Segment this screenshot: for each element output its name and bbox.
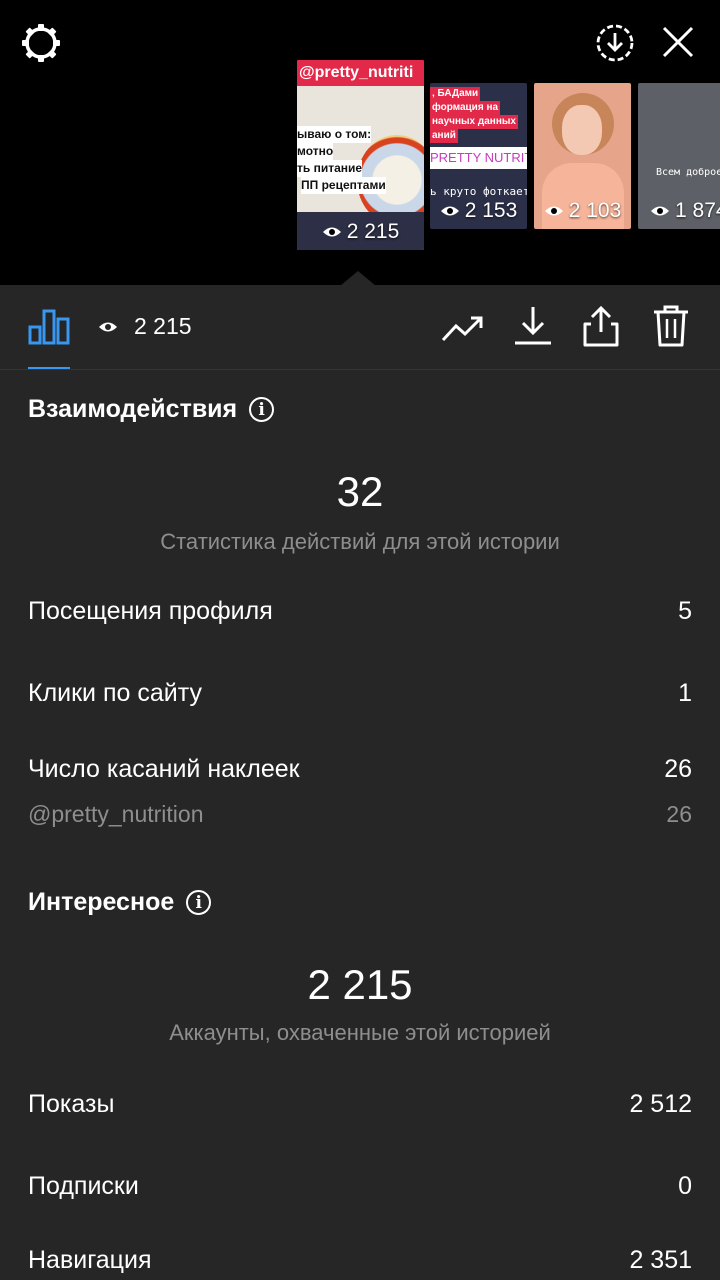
story-header: @pretty_nutriti ываю о том: мотно ть пит… <box>0 0 720 285</box>
stat-row-impressions: Показы 2 512 <box>28 1090 692 1118</box>
download-icon <box>515 307 551 345</box>
eye-icon <box>651 206 669 216</box>
stat-row-sticker-taps: Число касаний наклеек 26 <box>28 755 692 783</box>
thumbnail-text: , БАДами формация на научных данных аний <box>430 87 518 143</box>
eye-icon <box>544 206 563 216</box>
interactions-total: 32 <box>336 468 384 515</box>
thumbnail-logo: PRETTY NUTRITIO <box>430 147 527 169</box>
views-count-value: 2 215 <box>134 313 192 339</box>
story-thumbnail-selected[interactable]: @pretty_nutriti ываю о том: мотно ть пит… <box>297 60 424 250</box>
thumbnail-banner: @pretty_nutriti <box>297 60 424 86</box>
thumbnail-caption: ь круто фоткает <box>430 185 527 198</box>
tab-insights[interactable] <box>28 285 70 369</box>
delete-button[interactable] <box>648 303 694 349</box>
insights-toolbar: 2 215 <box>0 285 720 370</box>
trending-up-icon <box>441 316 483 342</box>
eye-icon <box>440 206 459 216</box>
stat-row-navigation: Навигация 2 351 <box>28 1246 692 1274</box>
interactions-title: Взаимодействия i <box>28 395 275 424</box>
thumbnail-text: ываю о том: мотно ть питание ПП рецептам… <box>297 126 386 194</box>
story-thumbnail[interactable]: , БАДами формация на научных данных аний… <box>430 83 527 229</box>
thumbnail-views: 2 215 <box>297 220 424 244</box>
share-button[interactable] <box>578 303 624 349</box>
discovery-caption: Аккаунты, охваченные этой историей <box>169 1020 551 1045</box>
stat-row-follows: Подписки 0 <box>28 1172 692 1200</box>
thumbnail-caption: Всем доброе <box>656 167 720 178</box>
download-circle-icon <box>596 24 634 62</box>
thumbnail-views: 2 153 <box>430 199 527 223</box>
thumbnail-views: 2 103 <box>534 199 631 223</box>
tab-underline <box>28 367 70 369</box>
story-thumbnail[interactable]: 2 103 <box>534 83 631 229</box>
person-face <box>562 105 602 155</box>
close-button[interactable] <box>656 20 700 64</box>
story-thumbnail[interactable]: Всем доброе 1 874 <box>638 83 720 229</box>
discovery-total: 2 215 <box>307 961 413 1008</box>
eye-icon <box>322 227 341 237</box>
stat-row-profile-visits: Посещения профиля 5 <box>28 597 692 625</box>
trash-icon <box>654 305 688 347</box>
stat-row-website-clicks: Клики по сайту 1 <box>28 679 692 707</box>
views-count[interactable]: 2 215 <box>98 313 192 340</box>
download-button[interactable] <box>510 303 556 349</box>
discovery-title: Интересное i <box>28 888 212 917</box>
stat-row-sticker-mention[interactable]: @pretty_nutrition 26 <box>28 801 692 828</box>
gear-icon <box>22 24 60 62</box>
info-icon[interactable]: i <box>186 890 212 915</box>
selected-pointer <box>340 271 376 286</box>
eye-icon <box>99 322 117 331</box>
save-story-button[interactable] <box>592 20 638 66</box>
share-icon <box>583 305 619 347</box>
settings-button[interactable] <box>18 20 64 66</box>
bar-chart-icon <box>28 309 70 345</box>
info-icon[interactable]: i <box>249 397 275 422</box>
promote-button[interactable] <box>440 305 486 351</box>
interactions-caption: Статистика действий для этой истории <box>160 529 560 554</box>
close-icon <box>662 26 694 58</box>
thumbnail-views: 1 874 <box>650 199 720 223</box>
